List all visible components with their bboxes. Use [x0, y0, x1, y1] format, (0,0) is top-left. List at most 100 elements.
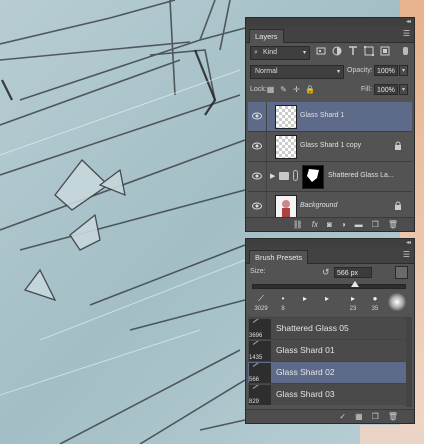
filter-shape-icon[interactable]: [364, 46, 374, 56]
opacity-input[interactable]: 100%: [374, 65, 398, 76]
opacity-dropdown[interactable]: ▾: [399, 65, 408, 76]
link-icon[interactable]: ⛓: [293, 218, 303, 232]
lock-paint-icon[interactable]: ✎: [279, 85, 288, 94]
brush-panel-toggle-button[interactable]: [395, 266, 408, 279]
filter-toggle[interactable]: [403, 47, 408, 55]
brush-tip-glyph: ▸: [324, 294, 329, 303]
brush-tip[interactable]: • 8: [272, 293, 294, 315]
kind-filter-select[interactable]: ⌕ Kind ▾: [250, 46, 310, 60]
lock-transparency-icon[interactable]: ▦: [266, 85, 275, 94]
brush-thumbnail: 566: [249, 363, 271, 383]
brush-tabbar: Brush Presets ☰: [246, 247, 414, 264]
mask-icon[interactable]: ◙: [327, 218, 332, 232]
size-slider-thumb[interactable]: [351, 281, 359, 287]
new-layer-icon[interactable]: ❐: [372, 218, 379, 232]
grid-icon[interactable]: ▦: [355, 410, 363, 424]
brush-tips-strip: ⟋ 3029 • 8 ▸ ▸ ▸ 23 ● 35: [248, 293, 412, 315]
filter-smart-object-icon[interactable]: [380, 46, 390, 56]
trash-icon[interactable]: 🗑: [388, 218, 398, 232]
brush-preset-name[interactable]: Glass Shard 03: [276, 389, 335, 399]
filter-adjustment-icon[interactable]: [332, 46, 342, 56]
layer-name[interactable]: Glass Shard 1 copy: [300, 142, 361, 149]
link-icon[interactable]: [293, 170, 298, 181]
tab-layers[interactable]: Layers: [249, 29, 284, 43]
layer-thumbnail[interactable]: [275, 105, 297, 129]
blend-mode-label: Normal: [255, 68, 278, 75]
brush-footer: ✓ ▦ ❐ 🗑: [246, 409, 414, 423]
chevron-down-icon: ▾: [336, 69, 340, 75]
kind-filter-label: Kind: [263, 49, 278, 56]
folder-icon: [279, 172, 289, 180]
lock-label: Lock:: [250, 86, 267, 93]
brush-tip-glyph: ⟋: [258, 294, 264, 303]
brush-preset-row[interactable]: 829 Glass Shard 03: [248, 383, 406, 405]
lock-all-icon[interactable]: 🔒: [305, 85, 315, 94]
layer-name[interactable]: Glass Shard 1: [300, 112, 344, 119]
eye-icon[interactable]: [252, 172, 262, 180]
eye-icon[interactable]: [252, 112, 262, 120]
brush-preset-name[interactable]: Glass Shard 01: [276, 345, 335, 355]
brush-preset-row[interactable]: 1435 Glass Shard 01: [248, 339, 406, 361]
fill-dropdown[interactable]: ▾: [399, 84, 408, 95]
layer-row-shattered-glass-group[interactable]: ▶ Shattered Glass La...: [248, 162, 412, 192]
brush-tip-size: 3029: [254, 306, 268, 312]
brush-tip-glyph: •: [281, 294, 285, 303]
brush-tip-glyph: ●: [372, 294, 378, 303]
brush-tip-glyph: ▸: [302, 294, 307, 303]
layer-row-glass-shard-1[interactable]: Glass Shard 1: [248, 102, 412, 132]
brush-tip-size: 8: [281, 306, 285, 312]
brush-tip-glyph: ▸: [350, 294, 355, 303]
brush-tip-size: 23: [349, 306, 357, 312]
filter-type-icon[interactable]: [348, 46, 358, 56]
blend-mode-select[interactable]: Normal ▾: [250, 65, 344, 79]
brush-tip[interactable]: ⟋ 3029: [250, 293, 272, 315]
layers-list: Glass Shard 1 Glass Shard 1 copy ▶ Shatt…: [248, 102, 412, 223]
new-preset-icon[interactable]: ❐: [372, 410, 379, 424]
trash-icon[interactable]: 🗑: [388, 410, 398, 424]
eye-icon[interactable]: [252, 202, 262, 210]
fx-icon[interactable]: fx: [312, 218, 318, 232]
brush-tip[interactable]: ▸ 23: [342, 293, 364, 315]
brush-preset-row[interactable]: 3696 Shattered Glass 05: [248, 317, 406, 339]
brush-thumbnail: 1435: [249, 341, 271, 361]
layers-footer: ⛓ fx ◙ ◑ ▬ ❐ 🗑: [246, 217, 414, 231]
vertical-scrollbar[interactable]: [406, 317, 412, 407]
fill-input[interactable]: 100%: [374, 84, 398, 95]
size-label: Size:: [250, 268, 266, 275]
size-slider-track[interactable]: [252, 284, 406, 289]
panel-menu-icon[interactable]: ☰: [403, 250, 410, 260]
brush-tip[interactable]: ▸: [316, 293, 338, 315]
brush-preset-name[interactable]: Shattered Glass 05: [276, 323, 349, 333]
lock-icon: [395, 141, 401, 150]
layer-row-glass-shard-1-copy[interactable]: Glass Shard 1 copy: [248, 132, 412, 162]
layer-name[interactable]: Shattered Glass La...: [328, 172, 394, 179]
layer-name[interactable]: Background: [300, 202, 337, 209]
brush-tool-icon[interactable]: ✓: [339, 410, 346, 424]
brush-preset-name[interactable]: Glass Shard 02: [276, 367, 335, 377]
brush-tip[interactable]: ● 35: [364, 293, 386, 315]
filter-pixel-icon[interactable]: [316, 46, 326, 56]
lock-position-icon[interactable]: ✛: [292, 85, 301, 94]
brush-tip-soft[interactable]: [386, 293, 408, 315]
reset-icon[interactable]: ↺: [322, 267, 330, 278]
collapse-icon[interactable]: ◂◂: [406, 18, 411, 26]
eye-icon[interactable]: [252, 142, 262, 150]
size-input[interactable]: 566 px: [334, 267, 372, 278]
expand-arrow-icon[interactable]: ▶: [270, 172, 275, 180]
brush-preset-row-selected[interactable]: 566 Glass Shard 02: [248, 361, 406, 383]
lock-options: ▦ ✎ ✛ 🔒: [266, 85, 315, 94]
tab-brush-presets[interactable]: Brush Presets: [249, 250, 309, 264]
adjustment-icon[interactable]: ◑: [341, 218, 346, 232]
brush-tip[interactable]: ▸: [294, 293, 316, 315]
folder-icon[interactable]: ▬: [355, 218, 363, 232]
layer-filter-icons: [316, 46, 390, 58]
layer-thumbnail[interactable]: [275, 135, 297, 159]
opacity-label: Opacity:: [347, 67, 373, 74]
fill-label: Fill:: [361, 86, 372, 93]
layer-thumbnail[interactable]: [275, 195, 297, 219]
collapse-icon[interactable]: ◂◂: [406, 239, 411, 247]
brush-presets-list: 3696 Shattered Glass 05 1435 Glass Shard…: [248, 317, 406, 407]
layer-mask-thumbnail[interactable]: [302, 165, 324, 189]
search-icon: ⌕: [254, 49, 258, 56]
panel-menu-icon[interactable]: ☰: [403, 29, 410, 39]
